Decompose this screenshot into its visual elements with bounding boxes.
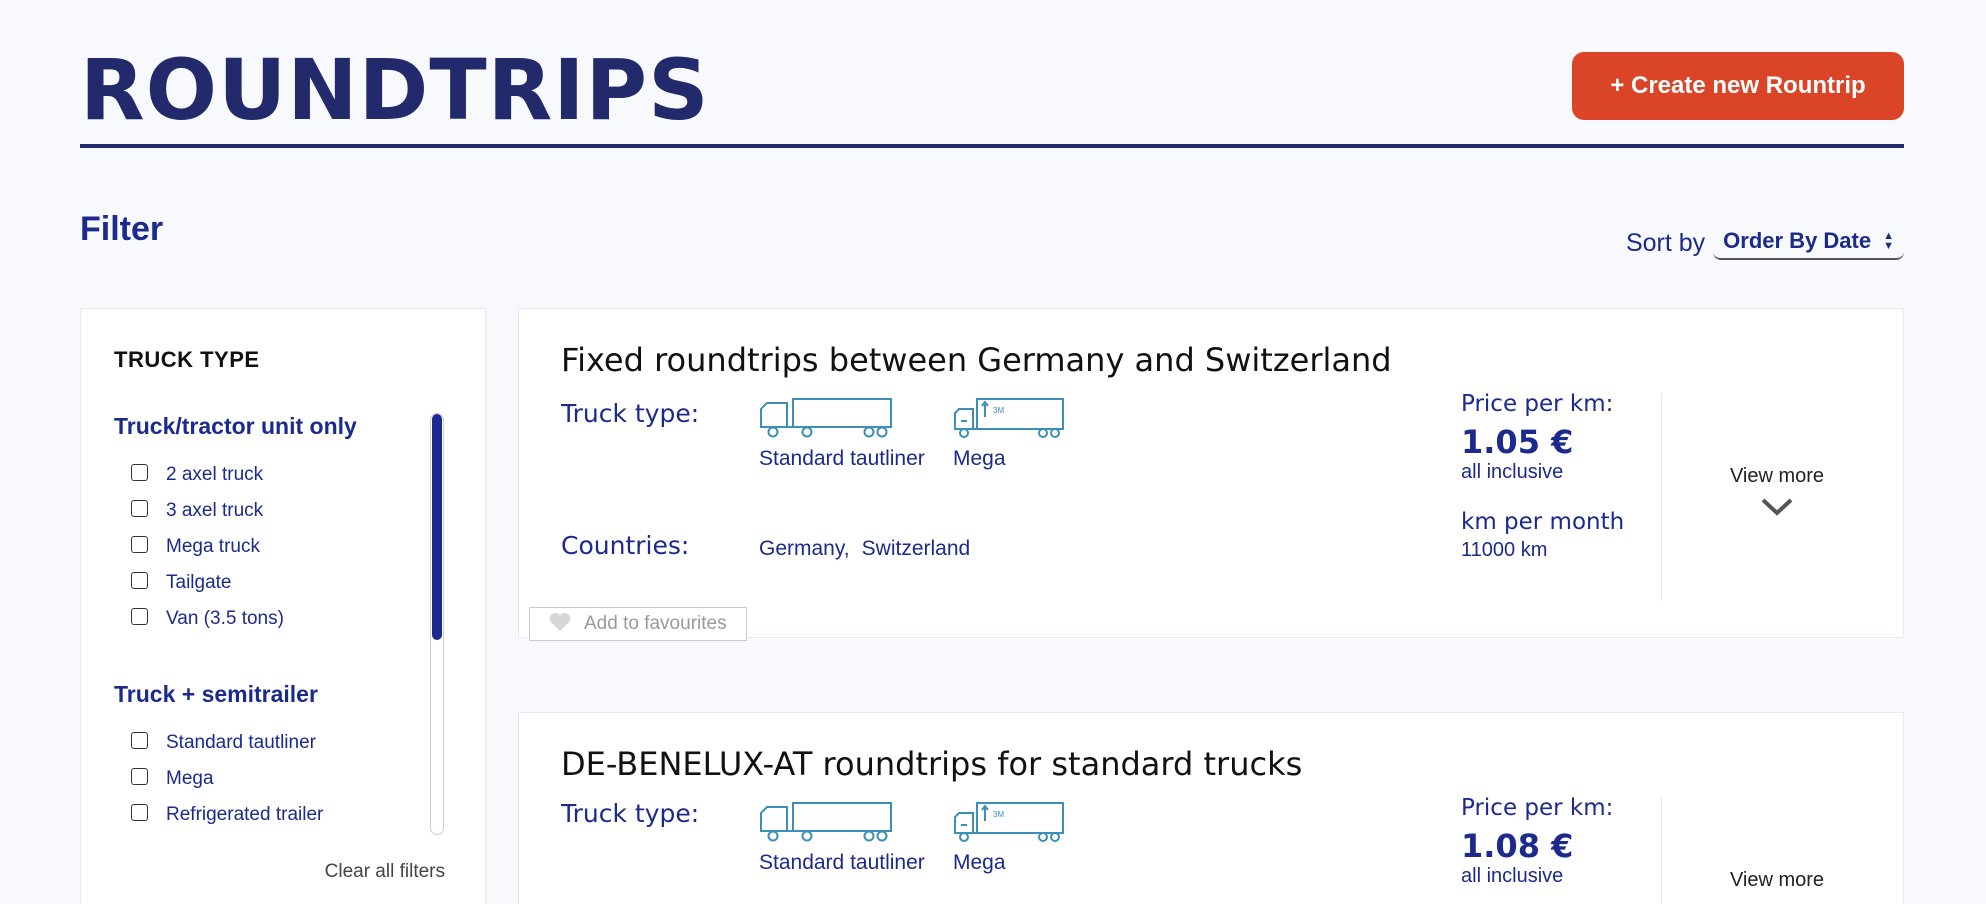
filter-option-label: 3 axel truck [166,500,264,521]
filter-option-3-axel-truck[interactable]: 3 axel truck [131,493,284,529]
checkbox[interactable] [131,463,148,481]
truck-type-name: Mega [953,447,1006,470]
card-divider [1661,797,1662,904]
mega-truck-icon: 3M [953,397,1065,439]
filter-list-truck-only: 2 axel truck 3 axel truck Mega truck Tai… [131,457,284,637]
filter-option-label: Standard tautliner [166,732,316,753]
card-divider [1661,393,1662,601]
sort-arrows-icon: ▲ ▼ [1883,230,1894,252]
checkbox[interactable] [131,499,148,517]
view-more-button[interactable]: View more [1697,869,1857,892]
truck-type-name: Standard tautliner [759,851,925,874]
view-more-button[interactable]: View more [1697,465,1857,518]
truck-type-label: Truck type: [561,799,700,828]
truck-type-name: Mega [953,851,1006,874]
price-label: Price per km: [1461,391,1614,417]
truck-type-tautliner: Standard tautliner [759,801,925,875]
roundtrip-card: Fixed roundtrips between Germany and Swi… [518,308,1904,641]
truck-type-mega: 3M Mega [953,397,1065,471]
filter-group-title-truck-only: Truck/tractor unit only [114,413,357,439]
filter-list-semitrailer: Standard tautliner Mega Refrigerated tra… [131,725,323,833]
roundtrip-card: DE-BENELUX-AT roundtrips for standard tr… [518,712,1904,904]
filter-option-label: Mega [166,768,214,789]
sort-control: Sort by Order By Date ▲ ▼ [1626,226,1904,260]
filter-heading: Filter [80,210,164,248]
filter-group-title-semitrailer: Truck + semitrailer [114,681,318,707]
filter-option-standard-tautliner[interactable]: Standard tautliner [131,725,323,761]
price-block: Price per km: 1.08 € all inclusive [1461,795,1613,888]
sort-value: Order By Date [1723,228,1872,253]
truck-type-mega: 3M Mega [953,801,1065,875]
sort-select[interactable]: Order By Date ▲ ▼ [1713,226,1904,260]
filter-option-mega[interactable]: Mega [131,761,323,797]
checkbox[interactable] [131,767,148,785]
filter-scrollbar-thumb[interactable] [432,414,442,640]
filter-option-label: Mega truck [166,536,260,557]
filter-option-label: Refrigerated trailer [166,804,324,825]
country-item: Switzerland [861,537,971,560]
filter-section-title: TRUCK TYPE [114,347,260,372]
clear-filters-link[interactable]: Clear all filters [325,861,445,883]
checkbox[interactable] [131,803,148,821]
truck-type-name: Standard tautliner [759,447,925,470]
checkbox[interactable] [131,731,148,749]
filter-option-label: Van (3.5 tons) [166,608,284,629]
svg-text:3M: 3M [993,406,1004,415]
checkbox[interactable] [131,535,148,553]
card-title: Fixed roundtrips between Germany and Swi… [561,341,1392,379]
truck-type-tautliner: Standard tautliner [759,397,925,471]
svg-text:3M: 3M [993,810,1004,819]
filter-option-label: 2 axel truck [166,464,264,485]
countries-label: Countries: [561,531,690,560]
mega-truck-icon: 3M [953,801,1065,843]
filter-option-van[interactable]: Van (3.5 tons) [131,601,284,637]
truck-type-label: Truck type: [561,399,700,428]
price-note: all inclusive [1461,865,1564,887]
create-roundtrip-button[interactable]: + Create new Rountrip [1572,52,1904,120]
countries-list: Germany, Switzerland [759,537,970,561]
card-title: DE-BENELUX-AT roundtrips for standard tr… [561,745,1303,783]
tautliner-truck-icon [759,801,893,843]
sort-label: Sort by [1625,228,1706,257]
km-block: km per month 11000 km [1461,509,1624,562]
price-label: Price per km: [1461,795,1614,821]
heart-icon [548,612,572,637]
page-title: ROUNDTRIPS [80,41,710,139]
km-value: 11000 km [1461,539,1548,561]
add-to-favourites-label: Add to favourites [584,613,727,634]
filter-scrollbar[interactable] [430,413,444,835]
checkbox[interactable] [131,607,148,625]
price-value: 1.08 € [1461,827,1574,865]
filter-panel: TRUCK TYPE Truck/tractor unit only 2 axe… [80,308,486,904]
chevron-down-icon [1697,496,1857,518]
price-value: 1.05 € [1461,423,1574,461]
filter-option-2-axel-truck[interactable]: 2 axel truck [131,457,284,493]
tautliner-truck-icon [759,397,893,439]
km-label: km per month [1461,509,1625,535]
add-to-favourites-button[interactable]: Add to favourites [529,607,747,641]
price-block: Price per km: 1.05 € all inclusive [1461,391,1613,484]
filter-option-tailgate[interactable]: Tailgate [131,565,284,601]
filter-option-label: Tailgate [166,572,232,593]
country-item: Germany, [759,537,850,560]
view-more-label: View more [1729,465,1825,487]
filter-option-mega-truck[interactable]: Mega truck [131,529,284,565]
title-divider [80,144,1904,148]
price-note: all inclusive [1461,461,1564,483]
checkbox[interactable] [131,571,148,589]
view-more-label: View more [1729,869,1825,891]
filter-option-refrigerated-trailer[interactable]: Refrigerated trailer [131,797,323,833]
